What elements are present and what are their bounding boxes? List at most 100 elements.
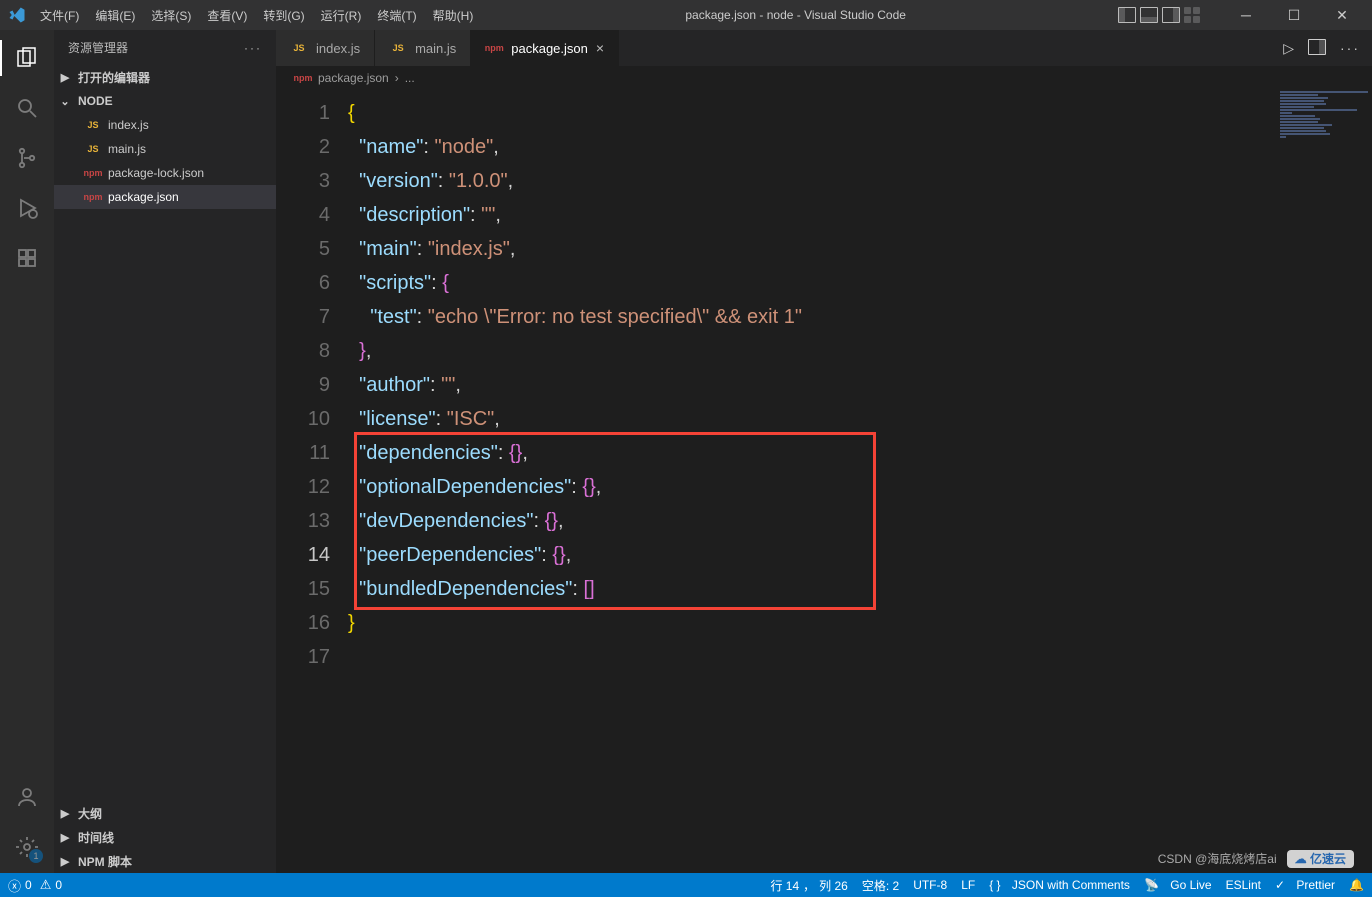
menu-file[interactable]: 文件(F) <box>40 7 79 24</box>
editor-group: JSindex.jsJSmain.jsnpmpackage.json× ▷ ··… <box>276 30 1372 873</box>
status-eol[interactable]: LF <box>961 878 975 892</box>
search-view-icon[interactable] <box>13 94 41 122</box>
status-warnings[interactable]: ⚠0 <box>40 877 62 893</box>
layout-grid-icon[interactable] <box>1184 7 1200 23</box>
code-line-12[interactable]: "optionalDependencies": {}, <box>348 470 1372 504</box>
tab-label: main.js <box>415 41 456 56</box>
file-label: index.js <box>108 118 149 132</box>
status-spaces[interactable]: 空格: 2 <box>862 877 899 894</box>
toggle-sidebar-icon[interactable] <box>1118 7 1136 23</box>
status-golive[interactable]: 📡 Go Live <box>1144 878 1212 892</box>
layout-toggles <box>1118 7 1200 23</box>
code-content[interactable]: { "name": "node", "version": "1.0.0", "d… <box>348 90 1372 873</box>
code-line-2[interactable]: "name": "node", <box>348 130 1372 164</box>
tab-index.js[interactable]: JS index.js <box>276 30 375 66</box>
code-line-3[interactable]: "version": "1.0.0", <box>348 164 1372 198</box>
menu-help[interactable]: 帮助(H) <box>433 7 474 24</box>
source-control-view-icon[interactable] <box>13 144 41 172</box>
file-index.js[interactable]: JS index.js <box>54 113 276 137</box>
tab-package.json[interactable]: npmpackage.json× <box>471 30 619 66</box>
file-label: package.json <box>108 190 179 204</box>
breadcrumb-file[interactable]: package.json <box>318 71 389 85</box>
js-file-icon: JS <box>84 144 102 154</box>
file-main.js[interactable]: JS main.js <box>54 137 276 161</box>
sidebar-header: 资源管理器 ··· <box>54 30 276 65</box>
code-line-1[interactable]: { <box>348 96 1372 130</box>
code-line-15[interactable]: "bundledDependencies": [] <box>348 572 1372 606</box>
menu-run[interactable]: 运行(R) <box>321 7 362 24</box>
chevron-right-icon: › <box>395 71 399 85</box>
sidebar-more-icon[interactable]: ··· <box>244 41 262 55</box>
run-icon[interactable]: ▷ <box>1283 40 1294 57</box>
menu-view[interactable]: 查看(V) <box>207 7 247 24</box>
code-line-11[interactable]: "dependencies": {}, <box>348 436 1372 470</box>
menu-goto[interactable]: 转到(G) <box>263 7 304 24</box>
menu-edit[interactable]: 编辑(E) <box>95 7 135 24</box>
app-menu: 文件(F) 编辑(E) 选择(S) 查看(V) 转到(G) 运行(R) 终端(T… <box>40 7 473 24</box>
file-package-lock.json[interactable]: npm package-lock.json <box>54 161 276 185</box>
code-editor[interactable]: 1234567891011121314151617 { "name": "nod… <box>276 90 1372 873</box>
editor-actions: ▷ ··· <box>1271 30 1372 66</box>
file-label: main.js <box>108 142 146 156</box>
activity-bar: 1 <box>0 30 54 873</box>
minimize-button[interactable]: ─ <box>1224 0 1268 30</box>
code-line-10[interactable]: "license": "ISC", <box>348 402 1372 436</box>
code-line-7[interactable]: "test": "echo \"Error: no test specified… <box>348 300 1372 334</box>
file-package.json[interactable]: npm package.json <box>54 185 276 209</box>
status-line-col[interactable]: 行 14，列 26 <box>770 877 847 894</box>
folder-root[interactable]: ⌄NODE <box>54 89 276 113</box>
run-debug-view-icon[interactable] <box>13 194 41 222</box>
npm-file-icon: npm <box>485 43 503 53</box>
menu-terminal[interactable]: 终端(T) <box>377 7 416 24</box>
status-language[interactable]: { } JSON with Comments <box>989 878 1130 892</box>
breadcrumb[interactable]: npm package.json › ... <box>276 66 1372 90</box>
more-actions-icon[interactable]: ··· <box>1340 40 1360 56</box>
accounts-icon[interactable] <box>13 783 41 811</box>
settings-icon[interactable]: 1 <box>13 833 41 861</box>
status-bell-icon[interactable]: 🔔 <box>1349 878 1364 892</box>
close-button[interactable]: ✕ <box>1320 0 1364 30</box>
toggle-panel-icon[interactable] <box>1140 7 1158 23</box>
npm-file-icon: npm <box>84 168 102 178</box>
workbench: 1 资源管理器 ··· ▶打开的编辑器 ⌄NODE JS index.js JS ma… <box>0 30 1372 873</box>
menu-select[interactable]: 选择(S) <box>151 7 191 24</box>
close-tab-icon[interactable]: × <box>596 40 604 56</box>
code-line-8[interactable]: }, <box>348 334 1372 368</box>
js-file-icon: JS <box>84 120 102 130</box>
npm-file-icon: npm <box>84 192 102 202</box>
code-line-14[interactable]: "peerDependencies": {}, <box>348 538 1372 572</box>
code-line-17[interactable] <box>348 640 1372 674</box>
status-encoding[interactable]: UTF-8 <box>913 878 947 892</box>
timeline-section[interactable]: ▶时间线 <box>54 825 276 849</box>
minimap[interactable] <box>1276 90 1372 873</box>
status-errors[interactable]: ⓧ0 <box>8 876 32 895</box>
js-file-icon: JS <box>290 43 308 53</box>
js-file-icon: JS <box>389 43 407 53</box>
outline-section[interactable]: ▶大纲 <box>54 801 276 825</box>
status-prettier[interactable]: ✓ Prettier <box>1275 878 1335 892</box>
status-eslint[interactable]: ESLint <box>1226 878 1261 892</box>
breadcrumb-more[interactable]: ... <box>405 71 415 85</box>
code-line-16[interactable]: } <box>348 606 1372 640</box>
settings-badge: 1 <box>29 849 43 863</box>
toggle-secondary-icon[interactable] <box>1162 7 1180 23</box>
line-gutter: 1234567891011121314151617 <box>276 90 348 873</box>
code-line-4[interactable]: "description": "", <box>348 198 1372 232</box>
tab-main.js[interactable]: JS main.js <box>375 30 471 66</box>
npm-scripts-section[interactable]: ▶NPM 脚本 <box>54 849 276 873</box>
watermark: CSDN @海底烧烤店ai ☁ 亿速云 <box>1158 850 1354 867</box>
open-editors-section[interactable]: ▶打开的编辑器 <box>54 65 276 89</box>
maximize-button[interactable]: ☐ <box>1272 0 1316 30</box>
code-line-13[interactable]: "devDependencies": {}, <box>348 504 1372 538</box>
explorer-sidebar: 资源管理器 ··· ▶打开的编辑器 ⌄NODE JS index.js JS main… <box>54 30 276 873</box>
explorer-view-icon[interactable] <box>13 44 41 72</box>
file-label: package-lock.json <box>108 166 204 180</box>
window-controls: ─ ☐ ✕ <box>1224 0 1364 30</box>
vscode-logo-icon <box>8 6 26 24</box>
code-line-6[interactable]: "scripts": { <box>348 266 1372 300</box>
tab-label: index.js <box>316 41 360 56</box>
code-line-5[interactable]: "main": "index.js", <box>348 232 1372 266</box>
extensions-view-icon[interactable] <box>13 244 41 272</box>
split-editor-icon[interactable] <box>1308 39 1326 58</box>
code-line-9[interactable]: "author": "", <box>348 368 1372 402</box>
